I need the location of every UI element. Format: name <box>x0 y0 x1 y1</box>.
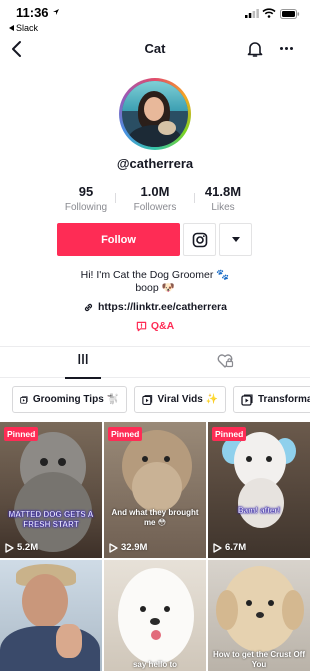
chevron-down-icon <box>231 237 240 242</box>
playlist-chip[interactable]: Grooming Tips 🐩 <box>12 386 127 413</box>
pinned-badge: Pinned <box>212 427 247 441</box>
stat-likes-value: 41.8M <box>204 184 242 199</box>
bio-line: boop 🐶 <box>135 282 175 294</box>
view-count-text: 5.2M <box>17 542 39 553</box>
liked-videos-icon[interactable] <box>216 353 234 369</box>
qa-icon <box>136 321 147 331</box>
qa-label: Q&A <box>150 320 175 332</box>
playlist-row: Grooming Tips 🐩 Viral Vids ✨ Transformat <box>12 386 310 414</box>
suggested-accounts-dropdown-button[interactable] <box>219 223 252 256</box>
status-bar: 11:36 Slack <box>0 0 310 36</box>
view-count-text: 32.9M <box>121 542 148 553</box>
location-arrow-icon <box>53 9 59 15</box>
bio-link-text: https://linktr.ee/catherrera <box>98 301 227 313</box>
profile-tabs <box>0 346 310 379</box>
view-count-text: 6.7M <box>225 542 247 553</box>
play-icon <box>213 542 222 553</box>
view-count: 6.7M <box>213 542 246 553</box>
video-caption: And what they brought me 😳 <box>111 508 199 527</box>
nav-bar: Cat <box>0 36 310 64</box>
video-thumbnail[interactable]: Pinned MATTED DOG GETS A FRESH START 5.2… <box>0 422 102 558</box>
playlist-chip-label: Viral Vids ✨ <box>157 394 218 405</box>
back-triangle-icon <box>9 25 14 31</box>
video-caption: MATTED DOG GETS A FRESH START <box>8 510 94 529</box>
video-thumbnail[interactable] <box>0 560 102 671</box>
video-thumbnail[interactable]: say hello to <box>104 560 206 671</box>
video-caption: say hello to <box>132 660 177 669</box>
more-options-icon[interactable] <box>280 47 293 50</box>
bio-link[interactable]: https://linktr.ee/catherrera <box>0 301 310 313</box>
video-thumbnail[interactable]: How to get the Crust Off You <box>208 560 310 671</box>
wifi-icon <box>262 8 276 18</box>
video-caption: How to get the Crust Off You <box>213 650 305 669</box>
playlist-chip[interactable]: Viral Vids ✨ <box>134 386 226 413</box>
playlist-icon <box>20 395 28 404</box>
play-icon <box>5 542 14 553</box>
link-icon <box>84 303 93 311</box>
status-time: 11:36 <box>16 5 49 20</box>
back-to-app-link[interactable]: Slack <box>9 23 38 33</box>
tab-videos[interactable] <box>65 353 101 379</box>
battery-icon <box>280 9 300 19</box>
bio-line: Hi! I'm Cat the Dog Groomer 🐾 <box>80 269 230 281</box>
username: @catherrera <box>116 156 194 171</box>
qa-link[interactable]: Q&A <box>0 320 310 332</box>
stat-following[interactable]: 95 Following <box>46 184 126 213</box>
video-thumbnail[interactable]: Pinned And what they brought me 😳 32.9M <box>104 422 206 558</box>
back-app-label: Slack <box>16 23 39 33</box>
follow-button[interactable]: Follow <box>57 223 180 256</box>
instagram-icon <box>192 232 207 247</box>
pinned-badge: Pinned <box>108 427 143 441</box>
play-icon <box>109 542 118 553</box>
video-caption: Bam! after! <box>237 506 281 515</box>
stat-likes: 41.8M Likes <box>183 184 263 213</box>
video-thumbnail[interactable]: Pinned Bam! after! 6.7M <box>208 422 310 558</box>
bio: Hi! I'm Cat the Dog Groomer 🐾 boop 🐶 <box>0 269 310 295</box>
pinned-badge: Pinned <box>4 427 39 441</box>
view-count: 32.9M <box>109 542 147 553</box>
playlist-icon <box>142 394 153 405</box>
playlist-chip-label: Transformat <box>258 394 310 405</box>
stat-following-value: 95 <box>78 184 94 199</box>
stat-following-label: Following <box>64 202 108 213</box>
playlist-icon <box>241 393 253 406</box>
stat-likes-label: Likes <box>211 202 235 213</box>
videos-grid-icon <box>78 354 88 364</box>
video-grid: Pinned MATTED DOG GETS A FRESH START 5.2… <box>0 422 310 671</box>
playlist-chip-label: Grooming Tips 🐩 <box>32 394 119 405</box>
view-count: 5.2M <box>5 542 38 553</box>
cellular-signal-icon <box>245 9 259 18</box>
bell-icon[interactable] <box>246 40 264 58</box>
instagram-button[interactable] <box>183 223 216 256</box>
playlist-chip[interactable]: Transformat <box>233 386 310 413</box>
avatar[interactable] <box>119 78 191 150</box>
